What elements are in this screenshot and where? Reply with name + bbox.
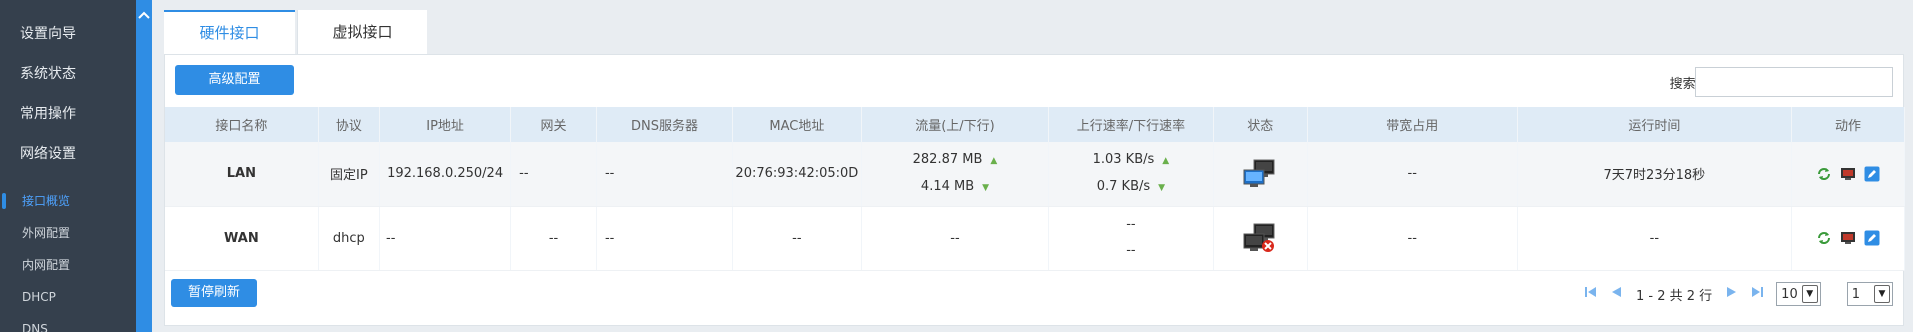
network-disconnected-icon xyxy=(1242,222,1278,254)
refresh-icon[interactable] xyxy=(1816,230,1832,246)
sidebar-item-common-operations[interactable]: 常用操作 xyxy=(0,94,136,134)
interface-gateway: -- xyxy=(510,206,597,271)
interface-rate: 1.03 KB/s ▲ 0.7 KB/s ▼ xyxy=(1048,142,1214,207)
interface-traffic: 282.87 MB ▲ 4.14 MB ▼ xyxy=(861,142,1050,207)
interface-uptime: -- xyxy=(1517,206,1793,271)
network-connected-icon xyxy=(1242,158,1278,190)
sidebar-item-dhcp[interactable]: DHCP xyxy=(0,281,136,313)
sidebar-item-system-status[interactable]: 系统状态 xyxy=(0,54,136,94)
interface-dns: -- xyxy=(596,142,734,207)
pagination: 1 - 2 共 2 行 10 ▼ 1 ▼ xyxy=(1578,279,1893,309)
up-arrow-icon: ▲ xyxy=(990,155,998,166)
col-header-name[interactable]: 接口名称 xyxy=(165,107,319,142)
col-header-action[interactable]: 动作 xyxy=(1791,107,1905,142)
rate-up-value: 1.03 KB/s xyxy=(1092,151,1155,167)
interface-bandwidth: -- xyxy=(1307,142,1518,207)
edit-icon[interactable] xyxy=(1864,230,1880,246)
interface-name: WAN xyxy=(165,206,319,271)
up-arrow-icon: ▲ xyxy=(1162,155,1170,166)
interface-mac: -- xyxy=(732,206,862,271)
col-header-mac[interactable]: MAC地址 xyxy=(732,107,862,142)
search-input[interactable] xyxy=(1695,67,1893,97)
chevron-up-icon[interactable] xyxy=(136,8,152,24)
rate-down-value: 0.7 KB/s xyxy=(1096,178,1151,194)
col-header-gateway[interactable]: 网关 xyxy=(510,107,597,142)
interface-name: LAN xyxy=(165,142,319,207)
traffic-up-value: 282.87 MB xyxy=(912,151,983,167)
interface-status xyxy=(1213,142,1308,207)
interface-panel: 高级配置 搜索: 接口名称 协议 IP地址 网关 DNS服务器 MAC地址 流量… xyxy=(164,54,1905,326)
sidebar-item-setup-wizard[interactable]: 设置向导 xyxy=(0,14,136,54)
sidebar-item-network-settings[interactable]: 网络设置 xyxy=(0,134,136,174)
edit-icon[interactable] xyxy=(1864,166,1880,182)
sidebar-menu: 设置向导 系统状态 常用操作 网络设置 xyxy=(0,14,136,174)
interface-mac: 20:76:93:42:05:0D xyxy=(732,142,862,207)
page-number-select[interactable]: 1 ▼ xyxy=(1846,282,1893,306)
interface-dns: -- xyxy=(596,206,734,271)
page-size-select[interactable]: 10 ▼ xyxy=(1776,282,1821,306)
interface-gateway: -- xyxy=(510,142,597,207)
page-number-value: 1 xyxy=(1851,286,1860,302)
next-page-icon[interactable] xyxy=(1726,285,1738,303)
refresh-icon[interactable] xyxy=(1816,166,1832,182)
terminal-icon[interactable] xyxy=(1840,230,1856,246)
rate-up-value: -- xyxy=(1126,217,1136,232)
sidebar: 设置向导 系统状态 常用操作 网络设置 接口概览 外网配置 内网配置 DHCP … xyxy=(0,0,152,332)
sidebar-item-dns[interactable]: DNS xyxy=(0,313,136,332)
col-header-ip[interactable]: IP地址 xyxy=(379,107,512,142)
col-header-status[interactable]: 状态 xyxy=(1213,107,1308,142)
interface-uptime: 7天7时23分18秒 xyxy=(1517,142,1793,207)
table-row[interactable]: LAN 固定IP 192.168.0.250/24 -- -- 20:76:93… xyxy=(165,142,1905,207)
sidebar-item-interface-overview[interactable]: 接口概览 xyxy=(0,185,136,217)
col-header-uptime[interactable]: 运行时间 xyxy=(1517,107,1793,142)
col-header-protocol[interactable]: 协议 xyxy=(318,107,381,142)
advanced-config-button[interactable]: 高级配置 xyxy=(175,65,294,95)
col-header-rate[interactable]: 上行速率/下行速率 xyxy=(1048,107,1214,142)
chevron-down-icon[interactable]: ▼ xyxy=(1874,285,1890,303)
sidebar-submenu: 接口概览 外网配置 内网配置 DHCP DNS xyxy=(0,185,136,332)
page-size-value: 10 xyxy=(1781,286,1798,302)
interface-status xyxy=(1213,206,1308,271)
down-arrow-icon: ▼ xyxy=(982,182,990,193)
col-header-dns[interactable]: DNS服务器 xyxy=(596,107,734,142)
sidebar-collapse-rail[interactable] xyxy=(136,0,152,332)
interface-rate: -- -- xyxy=(1048,206,1214,271)
sidebar-item-lan-config[interactable]: 内网配置 xyxy=(0,249,136,281)
page-info: 1 - 2 共 2 行 xyxy=(1636,288,1713,304)
last-page-icon[interactable] xyxy=(1750,285,1764,303)
prev-page-icon[interactable] xyxy=(1610,285,1622,303)
down-arrow-icon: ▼ xyxy=(1158,182,1166,193)
main-content: 硬件接口 虚拟接口 高级配置 搜索: 接口名称 协议 IP地址 网关 DNS服务… xyxy=(152,0,1913,332)
terminal-icon[interactable] xyxy=(1840,166,1856,182)
tab-hardware-interface[interactable]: 硬件接口 xyxy=(164,10,295,54)
interface-protocol: dhcp xyxy=(318,206,381,271)
interface-table: 接口名称 协议 IP地址 网关 DNS服务器 MAC地址 流量(上/下行) 上行… xyxy=(165,107,1905,271)
interface-actions xyxy=(1791,206,1905,271)
chevron-down-icon[interactable]: ▼ xyxy=(1801,285,1818,303)
interface-actions xyxy=(1791,142,1905,207)
pause-refresh-button[interactable]: 暂停刷新 xyxy=(171,279,257,307)
tab-virtual-interface[interactable]: 虚拟接口 xyxy=(297,10,427,54)
interface-ip: 192.168.0.250/24 xyxy=(379,142,512,207)
first-page-icon[interactable] xyxy=(1584,285,1598,303)
interface-ip: -- xyxy=(379,206,512,271)
interface-bandwidth: -- xyxy=(1307,206,1518,271)
interface-traffic: -- xyxy=(861,206,1050,271)
traffic-down-value: 4.14 MB xyxy=(920,178,975,194)
table-row[interactable]: WAN dhcp -- -- -- -- -- -- -- -- -- xyxy=(165,206,1905,271)
sidebar-item-wan-config[interactable]: 外网配置 xyxy=(0,217,136,249)
table-header-row: 接口名称 协议 IP地址 网关 DNS服务器 MAC地址 流量(上/下行) 上行… xyxy=(165,107,1905,142)
interface-protocol: 固定IP xyxy=(318,142,381,207)
rate-down-value: -- xyxy=(1126,243,1136,258)
col-header-traffic[interactable]: 流量(上/下行) xyxy=(861,107,1050,142)
col-header-bandwidth[interactable]: 带宽占用 xyxy=(1307,107,1518,142)
